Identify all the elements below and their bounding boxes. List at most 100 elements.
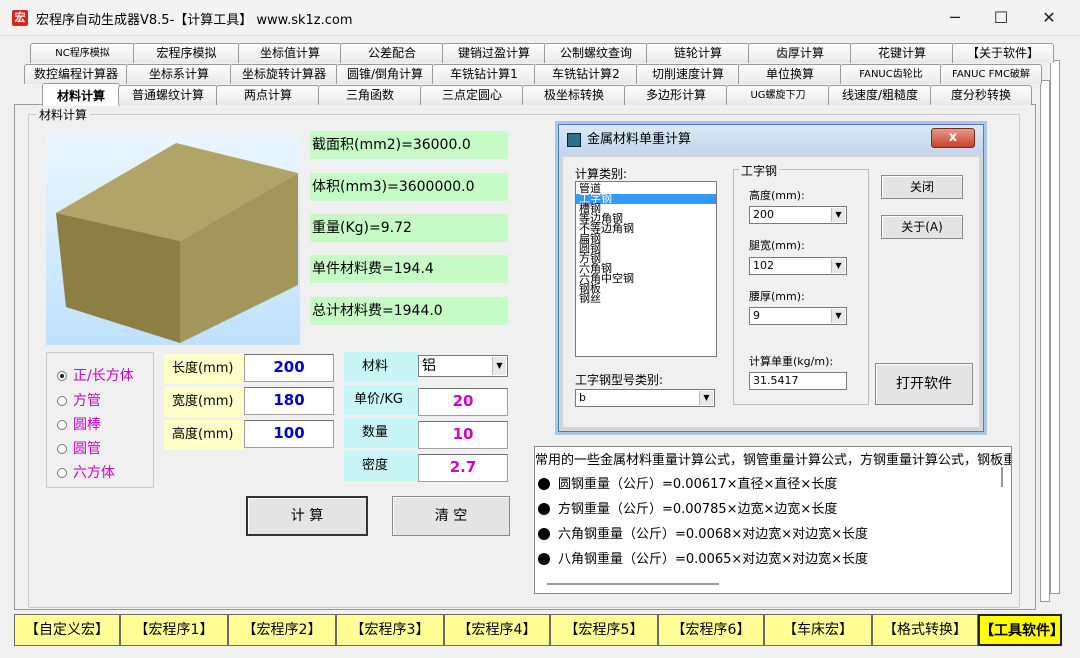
tab-row3-4[interactable]: 三点定圆心 xyxy=(420,85,524,105)
tab-row1-3[interactable]: 公差配合 xyxy=(340,43,444,63)
bottom-tab-4[interactable]: 【宏程序4】 xyxy=(444,614,550,646)
tab-row2-4[interactable]: 车铣钻计算1 xyxy=(432,64,536,84)
tab-row3-1[interactable]: 普通螺纹计算 xyxy=(118,85,218,105)
tab-row3-2[interactable]: 两点计算 xyxy=(216,85,320,105)
dialog-close-button[interactable]: 关闭 xyxy=(881,175,963,199)
tab-row3-7[interactable]: UG螺旋下刀 xyxy=(726,85,830,105)
radio-round-tube[interactable]: 圆管 xyxy=(57,438,101,458)
bottom-tab-9[interactable]: 【工具软件】 xyxy=(978,614,1064,646)
material-select[interactable]: 铝 ▼ xyxy=(418,355,508,377)
tab-row3-0[interactable]: 材料计算 xyxy=(42,83,120,106)
tab-row3-6[interactable]: 多边形计算 xyxy=(624,85,728,105)
tab-row3-5[interactable]: 极坐标转换 xyxy=(522,85,626,105)
formula-line: 八角钢重量（公斤）=0.0065×对边宽×对边宽×长度 xyxy=(535,548,868,567)
tab-row1-2[interactable]: 坐标值计算 xyxy=(238,43,342,63)
bottom-tab-6[interactable]: 【宏程序6】 xyxy=(658,614,764,646)
tab-row1-5[interactable]: 公制螺纹查询 xyxy=(544,43,648,63)
dialog-close-icon[interactable]: x xyxy=(931,128,975,148)
shape-radio-group: 正/长方体 方管 圆棒 圆管 六方体 xyxy=(46,352,154,488)
tab-row2-1[interactable]: 坐标系计算 xyxy=(126,64,232,84)
type-select[interactable]: b ▼ xyxy=(575,389,715,407)
tab-row2-5[interactable]: 车铣钻计算2 xyxy=(534,64,638,84)
density-label: 密度 xyxy=(344,451,418,481)
formula-text: 方钢重量（公斤）=0.00785×边宽×边宽×长度 xyxy=(558,502,838,517)
height-param-select[interactable]: 200 ▼ xyxy=(749,206,847,224)
height-input[interactable]: 100 xyxy=(244,420,334,448)
quantity-input[interactable]: 10 xyxy=(418,421,508,449)
radio-hexagon[interactable]: 六方体 xyxy=(57,462,115,482)
maximize-button[interactable]: ☐ xyxy=(978,0,1024,36)
dialog-app-icon xyxy=(567,133,581,147)
dialog-about-button[interactable]: 关于(A) xyxy=(881,215,963,239)
result-area: 截面积(mm2)=36000.0 xyxy=(310,131,508,159)
chevron-down-icon[interactable]: ▼ xyxy=(831,259,845,273)
scrollbar-thumb[interactable] xyxy=(1001,467,1003,487)
bottom-tab-7[interactable]: 【车床宏】 xyxy=(764,614,872,646)
tab-row1-8[interactable]: 花键计算 xyxy=(850,43,954,63)
radio-cuboid[interactable]: 正/长方体 xyxy=(57,365,134,385)
tab-row2-7[interactable]: 单位换算 xyxy=(738,64,842,84)
tab-row2-6[interactable]: 切削速度计算 xyxy=(636,64,740,84)
panel-edge xyxy=(1040,80,1050,602)
shape-preview-image xyxy=(46,135,300,345)
tab-row3-8[interactable]: 线速度/粗糙度 xyxy=(828,85,932,105)
panel-edge xyxy=(1050,60,1060,594)
radio-square-tube[interactable]: 方管 xyxy=(57,390,101,410)
tab-row3-3[interactable]: 三角函数 xyxy=(318,85,422,105)
clear-button[interactable]: 清 空 xyxy=(392,496,510,536)
length-input[interactable]: 200 xyxy=(244,354,334,382)
price-label: 单价/KG xyxy=(344,385,418,415)
bullet-icon xyxy=(538,528,550,540)
width-input[interactable]: 180 xyxy=(244,387,334,415)
minimize-button[interactable]: ─ xyxy=(932,0,978,36)
density-input[interactable]: 2.7 xyxy=(418,454,508,482)
unit-weight-output[interactable]: 31.5417 xyxy=(749,372,847,390)
quantity-label: 数量 xyxy=(344,418,418,448)
tab-row1-6[interactable]: 链轮计算 xyxy=(646,43,750,63)
price-input[interactable]: 20 xyxy=(418,388,508,416)
tab-row1-1[interactable]: 宏程序模拟 xyxy=(133,43,240,63)
type-select-value: b xyxy=(579,391,586,404)
result-unit-cost: 单件材料费=194.4 xyxy=(310,255,508,283)
tab-row1-4[interactable]: 键销过盈计算 xyxy=(442,43,546,63)
open-software-button[interactable]: 打开软件 xyxy=(875,363,973,405)
type-label: 工字钢型号类别: xyxy=(575,373,664,387)
tab-row1-9[interactable]: 【关于软件】 xyxy=(952,43,1054,63)
waist-thickness-select[interactable]: 9 ▼ xyxy=(749,307,847,325)
radio-label: 方管 xyxy=(73,393,101,409)
radio-round-bar[interactable]: 圆棒 xyxy=(57,414,101,434)
tab-row2-9[interactable]: FANUC FMC破解 xyxy=(940,64,1042,84)
radio-dot xyxy=(57,468,67,478)
height-label: 高度(mm) xyxy=(164,420,244,450)
tab-row2-2[interactable]: 坐标旋转计算器 xyxy=(230,64,338,84)
chevron-down-icon[interactable]: ▼ xyxy=(831,208,845,222)
bottom-tab-0[interactable]: 【自定义宏】 xyxy=(14,614,120,646)
leg-width-select[interactable]: 102 ▼ xyxy=(749,257,847,275)
bottom-tab-8[interactable]: 【格式转换】 xyxy=(872,614,978,646)
chevron-down-icon[interactable]: ▼ xyxy=(831,309,845,323)
material-group-title: 材料计算 xyxy=(36,106,91,123)
radio-dot xyxy=(57,444,67,454)
formula-textbox[interactable]: 常用的一些金属材料重量计算公式，钢管重量计算公式，方钢重量计算公式，钢板重 圆钢… xyxy=(534,446,1012,594)
chevron-down-icon[interactable]: ▼ xyxy=(492,357,506,375)
bottom-tab-3[interactable]: 【宏程序3】 xyxy=(336,614,444,646)
tab-row1-0[interactable]: NC程序模拟 xyxy=(30,43,135,63)
tab-row2-3[interactable]: 圆锥/倒角计算 xyxy=(336,64,434,84)
calculate-button[interactable]: 计 算 xyxy=(246,496,368,536)
horizontal-scrollbar[interactable] xyxy=(547,583,719,585)
title-bar: 宏 宏程序自动生成器V8.5-【计算工具】 www.sk1z.com ─ ☐ ✕ xyxy=(0,0,1080,36)
tab-row2-0[interactable]: 数控编程计算器 xyxy=(24,64,128,84)
category-list[interactable]: 管道 工字钢 槽钢 等边角钢 不等边角钢 扁钢 圆钢 方钢 六角钢 六角中空钢 钢板 钢丝 xyxy=(575,181,717,357)
bottom-tab-5[interactable]: 【宏程序5】 xyxy=(550,614,658,646)
bottom-tab-2[interactable]: 【宏程序2】 xyxy=(228,614,336,646)
tab-row2-8[interactable]: FANUC齿轮比 xyxy=(840,64,942,84)
close-window-button[interactable]: ✕ xyxy=(1026,0,1072,36)
bottom-tab-1[interactable]: 【宏程序1】 xyxy=(120,614,228,646)
tab-row3-9[interactable]: 度分秒转换 xyxy=(930,85,1032,105)
radio-label: 正/长方体 xyxy=(73,368,134,384)
category-list-item[interactable]: 钢丝 xyxy=(576,293,716,304)
leg-width-value: 102 xyxy=(753,259,774,272)
chevron-down-icon[interactable]: ▼ xyxy=(699,391,713,405)
width-label: 宽度(mm) xyxy=(164,387,244,417)
tab-row1-7[interactable]: 齿厚计算 xyxy=(748,43,852,63)
